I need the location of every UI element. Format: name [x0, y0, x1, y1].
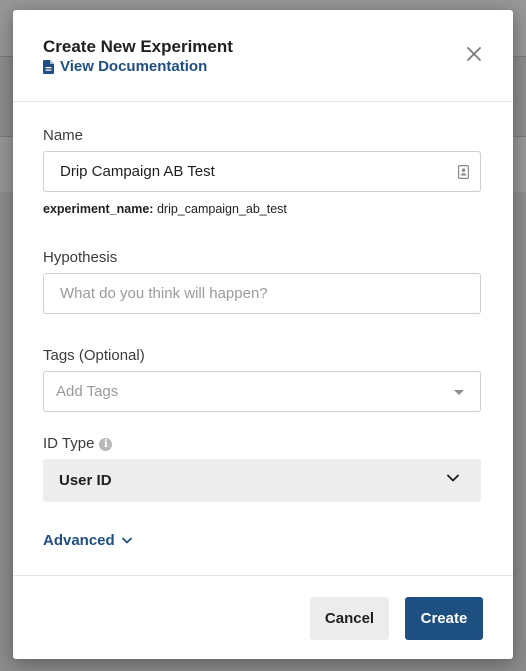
chevron-down-icon: [447, 474, 459, 482]
experiment-name-key: experiment_name:: [43, 202, 154, 216]
caret-down-icon[interactable]: [454, 390, 464, 395]
advanced-label: Advanced: [43, 532, 115, 549]
modal-header: Create New Experiment View Documentation: [13, 10, 513, 102]
cancel-button[interactable]: Cancel: [310, 597, 389, 640]
modal-title: Create New Experiment: [43, 37, 233, 56]
tags-placeholder: Add Tags: [56, 383, 119, 400]
tags-label: Tags (Optional): [43, 347, 145, 364]
id-type-select[interactable]: User ID: [43, 459, 481, 502]
modal-footer: Cancel Create: [13, 575, 513, 659]
name-label: Name: [43, 127, 84, 144]
document-icon: [43, 59, 54, 74]
create-experiment-modal: Create New Experiment View Documentation…: [13, 10, 513, 659]
hypothesis-placeholder: What do you think will happen?: [60, 285, 268, 302]
tags-input[interactable]: Add Tags: [43, 371, 481, 412]
id-type-label-row: ID Type i: [43, 435, 113, 452]
hypothesis-input[interactable]: What do you think will happen?: [43, 273, 481, 314]
view-documentation-label: View Documentation: [60, 58, 208, 75]
create-button[interactable]: Create: [405, 597, 483, 640]
experiment-name-caption: experiment_name: drip_campaign_ab_test: [43, 202, 287, 216]
advanced-toggle[interactable]: Advanced: [43, 532, 132, 549]
close-icon[interactable]: [465, 45, 483, 63]
info-icon[interactable]: i: [99, 438, 113, 451]
hypothesis-label: Hypothesis: [43, 249, 118, 266]
view-documentation-link[interactable]: View Documentation: [43, 58, 207, 75]
name-input-value: Drip Campaign AB Test: [60, 163, 215, 180]
contact-card-icon: [458, 165, 469, 179]
id-type-selected-value: User ID: [59, 472, 112, 489]
experiment-name-value: drip_campaign_ab_test: [156, 202, 287, 216]
name-input[interactable]: Drip Campaign AB Test: [43, 151, 481, 192]
chevron-down-icon: [121, 537, 132, 544]
id-type-label: ID Type: [43, 435, 95, 452]
